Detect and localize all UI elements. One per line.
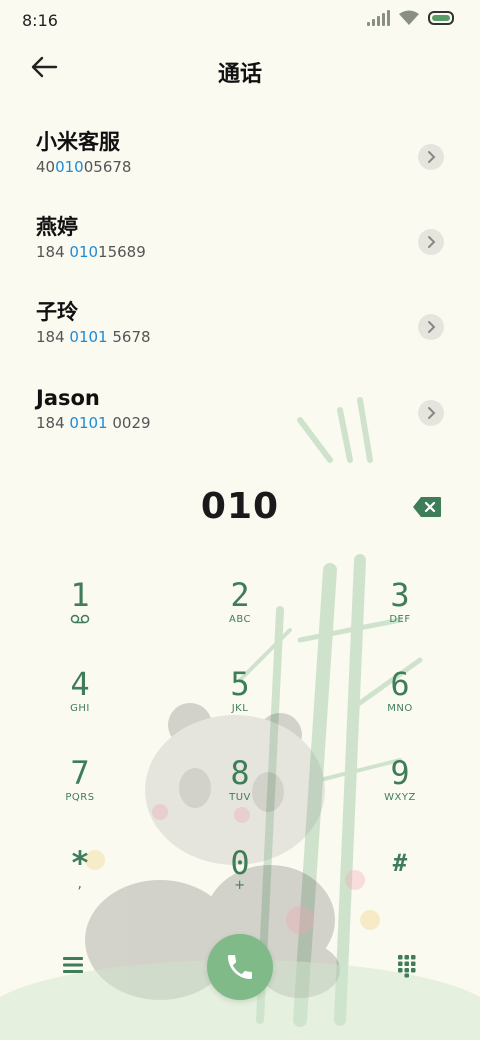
key-letters: WXYZ xyxy=(384,792,416,803)
key-digit: 7 xyxy=(70,754,90,792)
contact-number: 184 0101 5678 xyxy=(36,328,151,346)
key-digit: # xyxy=(392,849,408,877)
key-digit: 8 xyxy=(230,754,250,792)
key-letters: + xyxy=(234,878,246,893)
key-letters: PQRS xyxy=(65,792,95,803)
chevron-right-icon xyxy=(428,151,436,163)
chevron-right-icon xyxy=(428,236,436,248)
voicemail-icon xyxy=(20,614,140,627)
call-button[interactable] xyxy=(207,934,273,1000)
key-letters: ABC xyxy=(228,614,251,625)
key-letters: JKL xyxy=(231,703,249,714)
header: 通话 xyxy=(0,50,480,90)
battery-icon xyxy=(428,11,454,25)
chevron-right-icon xyxy=(428,407,436,419)
key-hash[interactable]: # xyxy=(340,846,460,926)
contact-detail-button[interactable] xyxy=(418,400,444,426)
key-digit: 9 xyxy=(390,754,410,792)
key-9[interactable]: 9 WXYZ xyxy=(340,756,460,836)
key-digit: 4 xyxy=(70,665,90,703)
contact-name: 燕婷 xyxy=(36,215,78,239)
dialed-number: 010 xyxy=(200,486,280,527)
key-digit: * xyxy=(70,844,90,882)
key-7[interactable]: 7 PQRS xyxy=(20,756,140,836)
dialpad-toggle-button[interactable] xyxy=(397,954,417,982)
contact-number: 184 01015689 xyxy=(36,243,146,261)
contact-name: 小米客服 xyxy=(36,130,120,154)
key-star[interactable]: * , xyxy=(20,846,140,926)
key-5[interactable]: 5 JKL xyxy=(180,667,300,747)
menu-icon xyxy=(63,957,83,973)
key-digit: 1 xyxy=(70,576,90,614)
dialpad-icon xyxy=(398,955,416,978)
key-6[interactable]: 6 MNO xyxy=(340,667,460,747)
key-digit: 5 xyxy=(230,665,250,703)
backspace-icon xyxy=(413,497,441,517)
key-digit: 6 xyxy=(390,665,410,703)
backspace-button[interactable] xyxy=(412,496,442,518)
key-3[interactable]: 3 DEF xyxy=(340,578,460,658)
status-time: 8:16 xyxy=(22,11,58,30)
contact-detail-button[interactable] xyxy=(418,314,444,340)
key-4[interactable]: 4 GHI xyxy=(20,667,140,747)
contact-detail-button[interactable] xyxy=(418,144,444,170)
key-8[interactable]: 8 TUV xyxy=(180,756,300,836)
contact-detail-button[interactable] xyxy=(418,229,444,255)
key-letters: GHI xyxy=(70,703,90,714)
page-title: 通话 xyxy=(217,62,262,87)
contact-item[interactable]: 子玲 184 0101 5678 xyxy=(36,298,446,368)
key-letters: , xyxy=(77,876,83,892)
contact-item[interactable]: 小米客服 4001005678 xyxy=(36,128,446,198)
signal-icon xyxy=(367,10,390,26)
contact-number: 4001005678 xyxy=(36,158,132,176)
menu-button[interactable] xyxy=(62,956,84,978)
wifi-icon xyxy=(399,10,419,25)
contact-name: 子玲 xyxy=(36,300,78,324)
key-2[interactable]: 2 ABC xyxy=(180,578,300,658)
contact-name: Jason xyxy=(36,386,100,410)
status-bar: 8:16 xyxy=(0,0,480,40)
key-letters: MNO xyxy=(387,703,413,714)
key-0[interactable]: 0 + xyxy=(180,846,300,926)
key-digit: 0 xyxy=(230,844,250,882)
phone-icon xyxy=(228,955,252,979)
key-digit: 3 xyxy=(390,576,410,614)
key-letters: DEF xyxy=(389,614,411,625)
contact-item[interactable]: 燕婷 184 01015689 xyxy=(36,213,446,283)
key-letters: TUV xyxy=(229,792,251,803)
contact-number: 184 0101 0029 xyxy=(36,414,151,432)
key-1[interactable]: 1 xyxy=(20,578,140,658)
key-digit: 2 xyxy=(230,576,250,614)
chevron-right-icon xyxy=(428,321,436,333)
contact-item[interactable]: Jason 184 0101 0029 xyxy=(36,384,446,454)
status-icons xyxy=(367,10,454,26)
